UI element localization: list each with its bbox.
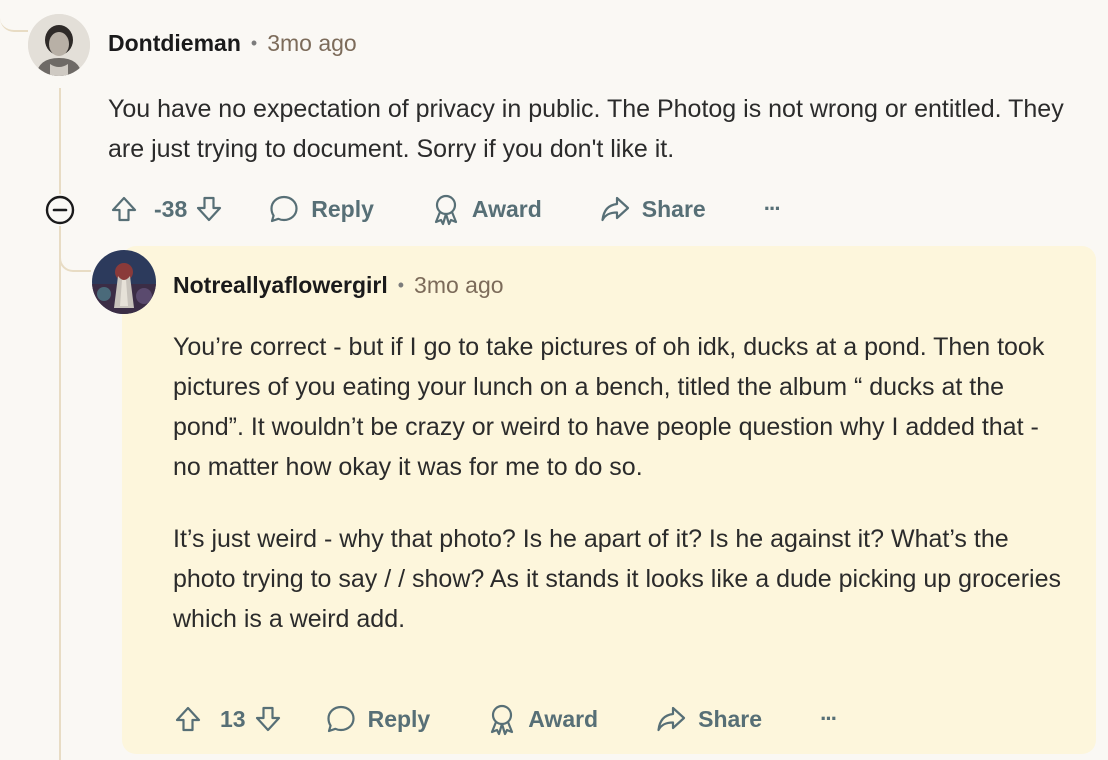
thread-connector-reply <box>59 240 91 272</box>
share-button[interactable]: Share <box>598 193 706 225</box>
share-label: Share <box>698 705 763 732</box>
vote-count: 13 <box>220 705 246 732</box>
comment-body: You’re correct - but if I go to take pic… <box>173 327 1073 639</box>
comment-timestamp[interactable]: 3mo ago <box>414 272 504 299</box>
downvote-button[interactable] <box>252 703 284 735</box>
downvote-icon <box>197 196 222 222</box>
award-label: Award <box>528 705 599 732</box>
upvote-button[interactable] <box>108 193 140 225</box>
award-icon <box>434 194 457 226</box>
comment-body-text: You have no expectation of privacy in pu… <box>108 95 1064 163</box>
comment-body-paragraph-1: You’re correct - but if I go to take pic… <box>173 333 1045 481</box>
comment-author[interactable]: Dontdieman <box>108 30 241 57</box>
more-icon: ··· <box>820 706 838 731</box>
vote-count: -38 <box>154 195 188 222</box>
comment-body: You have no expectation of privacy in pu… <box>108 89 1068 169</box>
avatar-image <box>92 250 156 314</box>
share-icon <box>601 196 629 222</box>
reply-label: Reply <box>311 195 374 222</box>
avatar[interactable] <box>28 14 90 76</box>
collapse-icon <box>45 195 75 225</box>
thread-line-main-lower <box>59 226 61 760</box>
award-button[interactable]: Award <box>430 192 542 226</box>
comment-body-paragraph-2: It’s just weird - why that photo? Is he … <box>173 525 1061 633</box>
upvote-icon <box>175 706 201 732</box>
share-button[interactable]: Share <box>654 703 762 735</box>
share-icon <box>657 706 686 732</box>
comment-meta: Notreallyaflowergirl • 3mo ago <box>173 272 504 299</box>
comment-author[interactable]: Notreallyaflowergirl <box>173 272 388 299</box>
upvote-icon <box>111 196 137 222</box>
comment-timestamp[interactable]: 3mo ago <box>267 30 357 57</box>
downvote-button[interactable] <box>193 193 225 225</box>
reply-icon <box>326 705 355 733</box>
comment-actions: 13 Reply Award Share ··· <box>172 699 838 739</box>
reply-label: Reply <box>367 705 431 732</box>
avatar-image <box>28 14 90 76</box>
award-button[interactable]: Award <box>486 702 598 736</box>
award-icon <box>491 704 514 736</box>
meta-separator: • <box>250 33 258 53</box>
award-label: Award <box>471 195 542 222</box>
more-icon: ··· <box>763 196 782 221</box>
downvote-icon <box>255 706 280 732</box>
collapse-button[interactable] <box>44 194 76 226</box>
more-options-button[interactable]: ··· <box>763 196 782 222</box>
comment-actions: -38 Reply Award Share ··· <box>108 189 782 229</box>
reply-icon <box>270 195 298 223</box>
more-options-button[interactable]: ··· <box>820 706 838 732</box>
comment-meta: Dontdieman • 3mo ago <box>108 30 357 57</box>
upvote-button[interactable] <box>172 703 204 735</box>
avatar[interactable] <box>92 250 156 314</box>
reply-button[interactable]: Reply <box>267 192 374 226</box>
thread-connector-top <box>0 0 28 32</box>
share-label: Share <box>641 195 706 222</box>
reply-button[interactable]: Reply <box>324 702 431 736</box>
meta-separator: • <box>397 275 405 295</box>
thread-line-main <box>59 88 61 194</box>
